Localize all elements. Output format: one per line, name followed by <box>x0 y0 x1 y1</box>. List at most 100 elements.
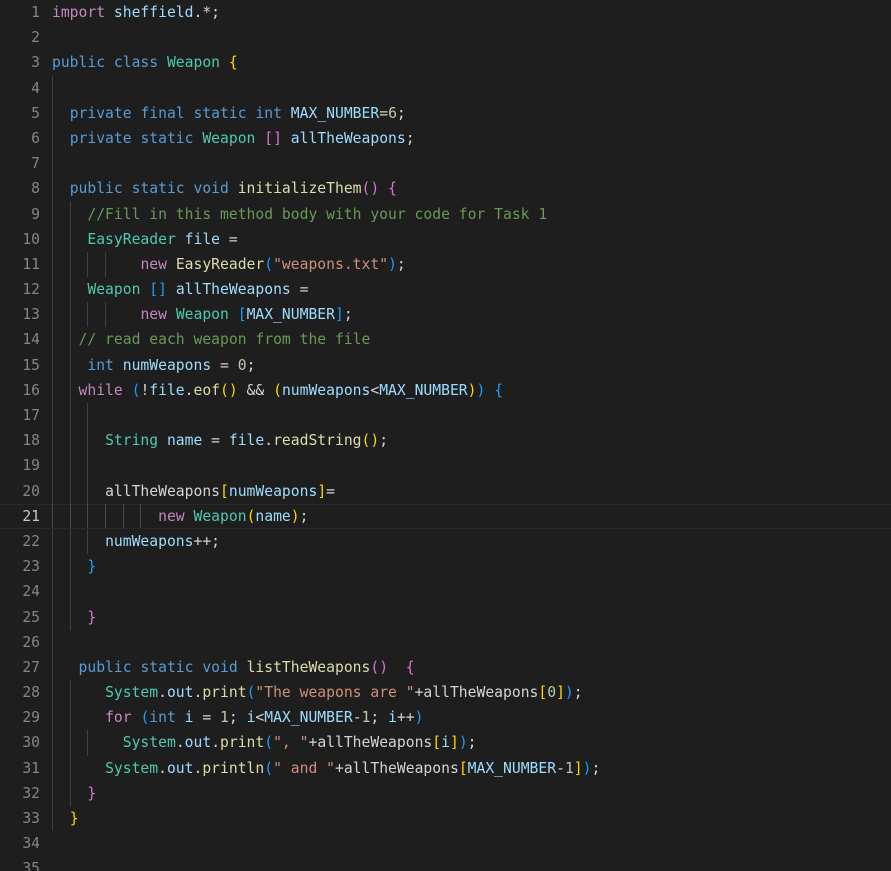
code-line[interactable]: 14 // read each weapon from the file <box>0 327 891 352</box>
code-line-content[interactable]: private final static int MAX_NUMBER=6; <box>52 101 891 126</box>
code-line-content[interactable]: numWeapons++; <box>52 529 891 554</box>
code-line-content[interactable]: } <box>52 605 891 630</box>
indent-guide <box>52 579 53 604</box>
code-line[interactable]: 16 while (!file.eof() && (numWeapons<MAX… <box>0 378 891 403</box>
code-line[interactable]: 29 for (int i = 1; i<MAX_NUMBER-1; i++) <box>0 705 891 730</box>
code-line[interactable]: 34 <box>0 831 891 856</box>
code-line-content[interactable]: while (!file.eof() && (numWeapons<MAX_NU… <box>52 378 891 403</box>
code-line-content[interactable]: System.out.println(" and "+allTheWeapons… <box>52 756 891 781</box>
code-line-content[interactable]: private static Weapon [] allTheWeapons; <box>52 126 891 151</box>
token-plain <box>52 382 79 399</box>
code-line[interactable]: 6 private static Weapon [] allTheWeapons… <box>0 126 891 151</box>
code-line[interactable]: 8 public static void initializeThem() { <box>0 176 891 201</box>
code-line[interactable]: 23 } <box>0 554 891 579</box>
token-plain: + <box>335 760 344 777</box>
token-plain: allTheWeapons <box>105 483 220 500</box>
token-str: ", " <box>273 734 308 751</box>
code-line-content[interactable]: String name = file.readString(); <box>52 428 891 453</box>
token-var: i <box>185 709 194 726</box>
code-line[interactable]: 9 //Fill in this method body with your c… <box>0 202 891 227</box>
token-var: MAX_NUMBER <box>264 709 352 726</box>
token-plain: . <box>185 382 194 399</box>
code-line-content[interactable]: } <box>52 781 891 806</box>
code-line[interactable]: 17 <box>0 403 891 428</box>
code-line[interactable]: 31 System.out.println(" and "+allTheWeap… <box>0 756 891 781</box>
code-line-active[interactable]: 21 new Weapon(name); <box>0 504 891 529</box>
code-line-content[interactable]: System.out.print("The weapons are "+allT… <box>52 680 891 705</box>
token-plain: = <box>326 483 335 500</box>
code-line-content[interactable]: // read each weapon from the file <box>52 327 891 352</box>
code-line[interactable]: 28 System.out.print("The weapons are "+a… <box>0 680 891 705</box>
code-line[interactable]: 11 new EasyReader("weapons.txt"); <box>0 252 891 277</box>
token-fn: eof <box>194 382 221 399</box>
token-var: MAX_NUMBER <box>379 382 467 399</box>
token-var: out <box>167 760 194 777</box>
code-line[interactable]: 3public class Weapon { <box>0 50 891 75</box>
code-line-content[interactable]: Weapon [] allTheWeapons = <box>52 277 891 302</box>
code-line-content[interactable]: //Fill in this method body with your cod… <box>52 202 891 227</box>
token-var: i <box>441 734 450 751</box>
token-b2: ( <box>264 256 273 273</box>
token-plain <box>52 609 87 626</box>
code-line-content[interactable]: new Weapon [MAX_NUMBER]; <box>52 302 891 327</box>
code-line-content[interactable]: public class Weapon { <box>52 50 891 75</box>
code-line[interactable]: 22 numWeapons++; <box>0 529 891 554</box>
line-number: 33 <box>0 806 40 831</box>
code-line[interactable]: 1import sheffield.*; <box>0 0 891 25</box>
token-ctl: import <box>52 4 114 21</box>
line-number: 34 <box>0 831 40 856</box>
code-editor[interactable]: 1import sheffield.*;23public class Weapo… <box>0 0 891 871</box>
code-line[interactable]: 24 <box>0 579 891 604</box>
code-line-content[interactable]: int numWeapons = 0; <box>52 353 891 378</box>
code-line[interactable]: 12 Weapon [] allTheWeapons = <box>0 277 891 302</box>
code-line[interactable]: 32 } <box>0 781 891 806</box>
token-plain: ++; <box>194 533 221 550</box>
code-line[interactable]: 35 <box>0 856 891 871</box>
code-line-content[interactable]: public static void listTheWeapons() { <box>52 655 891 680</box>
code-line-content[interactable]: new Weapon(name); <box>52 504 891 529</box>
code-line[interactable]: 33 } <box>0 806 891 831</box>
code-line[interactable]: 15 int numWeapons = 0; <box>0 353 891 378</box>
code-line-content[interactable]: public static void initializeThem() { <box>52 176 891 201</box>
code-line[interactable]: 20 allTheWeapons[numWeapons]= <box>0 479 891 504</box>
token-plain: < <box>255 709 264 726</box>
code-line[interactable]: 18 String name = file.readString(); <box>0 428 891 453</box>
code-line[interactable]: 4 <box>0 76 891 101</box>
token-plain <box>52 533 105 550</box>
token-fn: print <box>220 734 264 751</box>
token-plain: ! <box>140 382 149 399</box>
token-plain: ; <box>247 357 256 374</box>
token-plain <box>52 558 87 575</box>
token-plain: . <box>176 734 185 751</box>
token-type: EasyReader <box>87 231 175 248</box>
token-kw: int <box>149 709 184 726</box>
code-line[interactable]: 7 <box>0 151 891 176</box>
token-plain <box>167 281 176 298</box>
code-line-content[interactable]: } <box>52 806 891 831</box>
token-type: Weapon <box>194 508 247 525</box>
token-ctl: new <box>140 256 175 273</box>
code-line[interactable]: 13 new Weapon [MAX_NUMBER]; <box>0 302 891 327</box>
code-line[interactable]: 2 <box>0 25 891 50</box>
code-line-content[interactable]: import sheffield.*; <box>52 0 891 25</box>
code-line[interactable]: 27 public static void listTheWeapons() { <box>0 655 891 680</box>
code-line-content[interactable]: new EasyReader("weapons.txt"); <box>52 252 891 277</box>
code-line[interactable]: 5 private final static int MAX_NUMBER=6; <box>0 101 891 126</box>
code-line-content[interactable]: System.out.print(", "+allTheWeapons[i]); <box>52 730 891 755</box>
code-line-content[interactable]: } <box>52 554 891 579</box>
code-line[interactable]: 25 } <box>0 605 891 630</box>
code-line[interactable]: 10 EasyReader file = <box>0 227 891 252</box>
code-line[interactable]: 26 <box>0 630 891 655</box>
token-b1: () <box>362 180 380 197</box>
code-line-content[interactable]: allTheWeapons[numWeapons]= <box>52 479 891 504</box>
token-b2: ] <box>335 306 344 323</box>
token-plain: - <box>556 760 565 777</box>
code-line-content[interactable]: EasyReader file = <box>52 227 891 252</box>
code-line[interactable]: 19 <box>0 453 891 478</box>
token-ctl: new <box>158 508 193 525</box>
code-line[interactable]: 30 System.out.print(", "+allTheWeapons[i… <box>0 730 891 755</box>
line-number: 23 <box>0 554 40 579</box>
token-b1: { <box>406 659 415 676</box>
token-com: // read each weapon from the file <box>79 331 371 348</box>
code-line-content[interactable]: for (int i = 1; i<MAX_NUMBER-1; i++) <box>52 705 891 730</box>
